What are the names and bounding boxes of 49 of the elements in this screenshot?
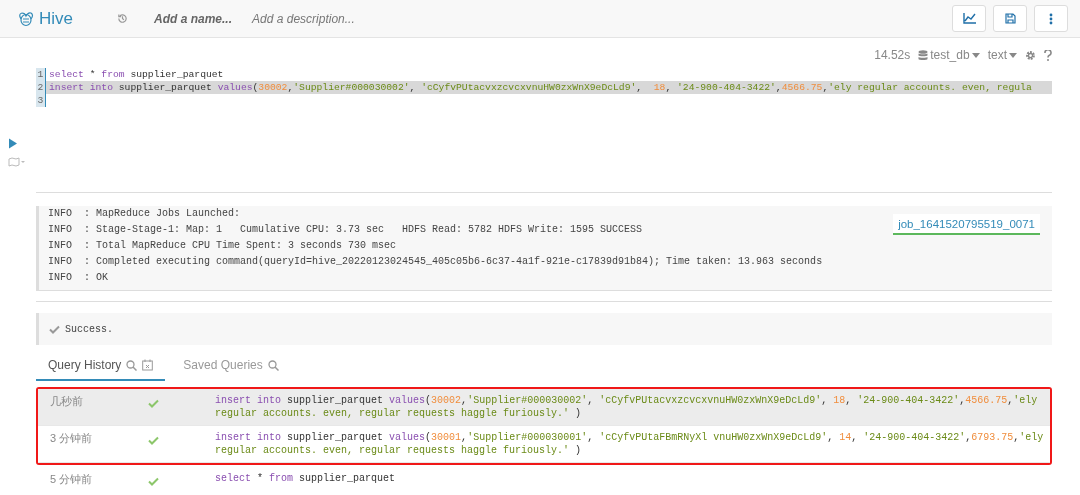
job-link[interactable]: job_1641520795519_0071 [893,214,1040,235]
log-line: INFO : Total MapReduce CPU Time Spent: 3 seconds 730 msec [48,239,398,253]
query-text: select * from supplier_parquet [215,472,397,486]
check-icon [148,399,159,408]
history-row[interactable] [38,389,1050,426]
log-line: INFO : Stage-Stage-1: Map: 1 Cumulative CPU: 3.73 sec HDFS Read: 5782 HDFS Write: 1595 SUCCESS [48,223,644,237]
query-text: insert into supplier_parquet values(30002,'Supplier#000030002', 'cCyfvPUtacvxzcvcxvnuHW0zxWnX9eDcLd9', 18, '24-900-404-3422',4566.75,'ely regular accounts. even, regular requests haggle furiously.' ) [215,394,1039,420]
query-time: 3 分钟前 [50,431,94,446]
calendar-icon[interactable] [142,359,154,371]
duration-text: 14.52s [874,48,911,62]
more-button[interactable] [1034,5,1068,32]
check-icon [148,436,159,445]
map-icon[interactable] [8,157,26,167]
caret-icon [1009,52,1017,58]
log-line: INFO : OK [48,271,109,285]
app-name: Hive [39,8,73,29]
result-message: Success. [65,323,113,335]
line-number: 2 [36,81,46,94]
check-icon [148,477,159,486]
database-dropdown[interactable]: test_db [918,48,980,62]
tab[interactable]: Saved Queries [171,351,291,381]
line-number: 1 [36,68,46,81]
log-line: INFO : Completed executing command(queryId=hive_20220123024545_405c05b6-6c37-4a1f-921e-c17839d91b84); Time taken: 13.963 seconds [48,255,823,269]
line-number: 3 [36,94,46,107]
description-field[interactable]: Add a description... [252,11,355,26]
tab[interactable]: Query History [36,351,166,381]
log-line: INFO : MapReduce Jobs Launched: [48,207,242,221]
search-icon[interactable] [126,359,138,371]
history-icon[interactable] [117,13,128,24]
search-icon[interactable] [267,359,279,371]
line-chart-icon [962,13,976,24]
settings-icon[interactable] [1025,49,1036,61]
name-field[interactable]: Add a name... [154,11,233,26]
caret-icon [971,52,980,58]
format-dropdown[interactable]: text [987,48,1017,62]
tab-label: Saved Queries [183,358,263,372]
chart-button[interactable] [952,5,986,32]
play-icon[interactable] [8,138,18,149]
help-icon[interactable] [1044,49,1052,61]
more-icon [1049,12,1053,25]
code-line: insert into supplier_parquet values(30002,'Supplier#000030002', 'cCyfvPUtacvxzcvcxvnuHW0zxWnX9eDcLd9', 18, '24-900-404-3422',4566.75,'ely regular accounts. even, regula [48,81,1032,94]
code-line: select * from supplier_parquet [48,68,224,81]
save-button[interactable] [993,5,1027,32]
tab-label: Query History [48,358,122,372]
query-time: 几秒前 [50,394,84,409]
query-time: 5 分钟前 [50,472,94,487]
check-icon [49,324,60,334]
database-icon [918,49,929,61]
query-text: insert into supplier_parquet values(30001,'Supplier#000030001', 'cCyfvPUtaFBmRNyXl vnuHW0zxWnX9eDcLd9', 14, '24-900-404-3422',6793.75,'ely regular accounts. even, regular requests haggle furiously.' ) [215,431,1045,457]
